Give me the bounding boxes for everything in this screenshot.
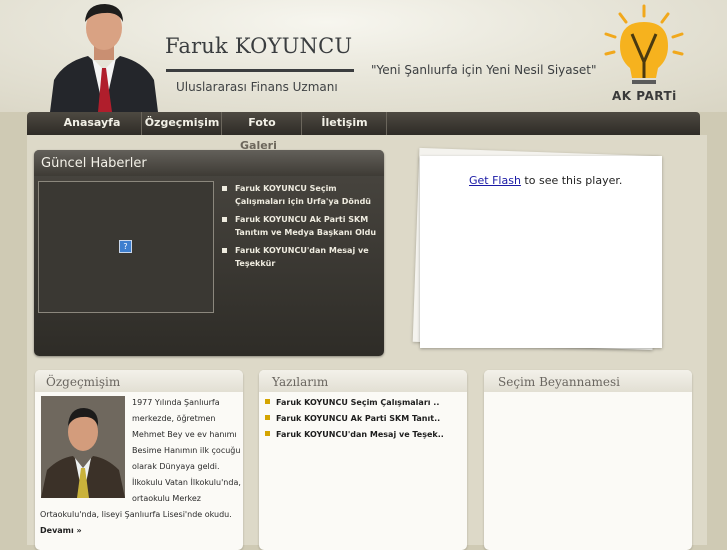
news-title: Güncel Haberler — [41, 156, 147, 171]
bullet-icon — [222, 248, 227, 253]
post-item[interactable]: Faruk KOYUNCU'dan Mesaj ve Teşek.. — [265, 430, 444, 439]
broken-image-icon: ? — [119, 240, 132, 253]
manifesto-panel: Seçim Beyannamesi — [484, 370, 692, 550]
campaign-slogan: "Yeni Şanlıurfa için Yeni Nesil Siyaset" — [371, 63, 597, 77]
news-item-link[interactable]: Faruk KOYUNCU Ak Parti SKM Tanıtım ve Me… — [235, 215, 376, 237]
bio-line: Mehmet Bey ve ev hanımı — [132, 430, 237, 439]
news-item[interactable]: Faruk KOYUNCU Seçim Çalışmaları için Urf… — [222, 182, 382, 208]
nav-photo-gallery[interactable]: Foto — [221, 112, 302, 135]
bio-panel-header: Özgeçmişim — [35, 370, 243, 392]
nav-home[interactable]: Anasayfa — [43, 112, 141, 135]
candidate-name: Faruk KOYUNCU — [165, 34, 353, 58]
bio-photo — [41, 396, 125, 498]
bio-line: 1977 Yılında Şanlıurfa — [132, 398, 220, 407]
nav-biography[interactable]: Özgeçmişim — [141, 112, 222, 135]
bio-line: İlkokulu Vatan İlkokulu'nda, — [132, 478, 241, 487]
post-item[interactable]: Faruk KOYUNCU Seçim Çalışmaları .. — [265, 398, 439, 407]
bio-title: Özgeçmişim — [46, 375, 121, 389]
get-flash-link[interactable]: Get Flash — [469, 174, 521, 187]
bio-line: Ortaokulu'nda, liseyi Şanlıurfa Lisesi'n… — [40, 510, 232, 519]
flash-message: Get Flash to see this player. — [469, 174, 622, 187]
read-more-link[interactable]: Devamı » — [40, 526, 82, 535]
bio-line: olarak Dünyaya geldi. — [132, 462, 220, 471]
bio-line: merkezde, öğretmen — [132, 414, 216, 423]
bullet-icon — [222, 217, 227, 222]
party-name: AK PARTi — [612, 89, 677, 103]
news-item[interactable]: Faruk KOYUNCU Ak Parti SKM Tanıtım ve Me… — [222, 213, 382, 239]
bullet-icon — [265, 431, 270, 436]
bullet-icon — [222, 186, 227, 191]
post-item[interactable]: Faruk KOYUNCU Ak Parti SKM Tanıt.. — [265, 414, 440, 423]
name-underline — [166, 69, 354, 72]
main-nav: Anasayfa Özgeçmişim Foto İletişim — [27, 112, 700, 135]
bio-line: Besime Hanımın ilk çocuğu — [132, 446, 241, 455]
flash-message-suffix: to see this player. — [520, 174, 623, 187]
news-list: Faruk KOYUNCU Seçim Çalışmaları için Urf… — [222, 182, 382, 275]
news-item-link[interactable]: Faruk KOYUNCU'dan Mesaj ve Teşekkür — [235, 246, 369, 268]
post-item-link[interactable]: Faruk KOYUNCU Seçim Çalışmaları .. — [276, 398, 439, 407]
posts-title: Yazılarım — [272, 375, 329, 389]
nav-contact[interactable]: İletişim — [301, 112, 387, 135]
posts-panel-header: Yazılarım — [259, 370, 467, 392]
candidate-subtitle: Uluslararası Finans Uzmanı — [176, 80, 338, 94]
nav-photo-gallery-overflow[interactable]: Galeri — [240, 139, 277, 152]
site-header: Faruk KOYUNCU Uluslararası Finans Uzmanı… — [0, 0, 727, 112]
post-item-link[interactable]: Faruk KOYUNCU'dan Mesaj ve Teşek.. — [276, 430, 444, 439]
bullet-icon — [265, 399, 270, 404]
manifesto-panel-header: Seçim Beyannamesi — [484, 370, 692, 392]
news-item[interactable]: Faruk KOYUNCU'dan Mesaj ve Teşekkür — [222, 244, 382, 270]
posts-panel: Yazılarım — [259, 370, 467, 550]
nav-empty-slot — [386, 112, 467, 135]
bio-line: ortaokulu Merkez — [132, 494, 201, 503]
candidate-portrait — [50, 4, 158, 112]
manifesto-title[interactable]: Seçim Beyannamesi — [498, 375, 620, 389]
news-item-link[interactable]: Faruk KOYUNCU Seçim Çalışmaları için Urf… — [235, 184, 371, 206]
bullet-icon — [265, 415, 270, 420]
post-item-link[interactable]: Faruk KOYUNCU Ak Parti SKM Tanıt.. — [276, 414, 440, 423]
